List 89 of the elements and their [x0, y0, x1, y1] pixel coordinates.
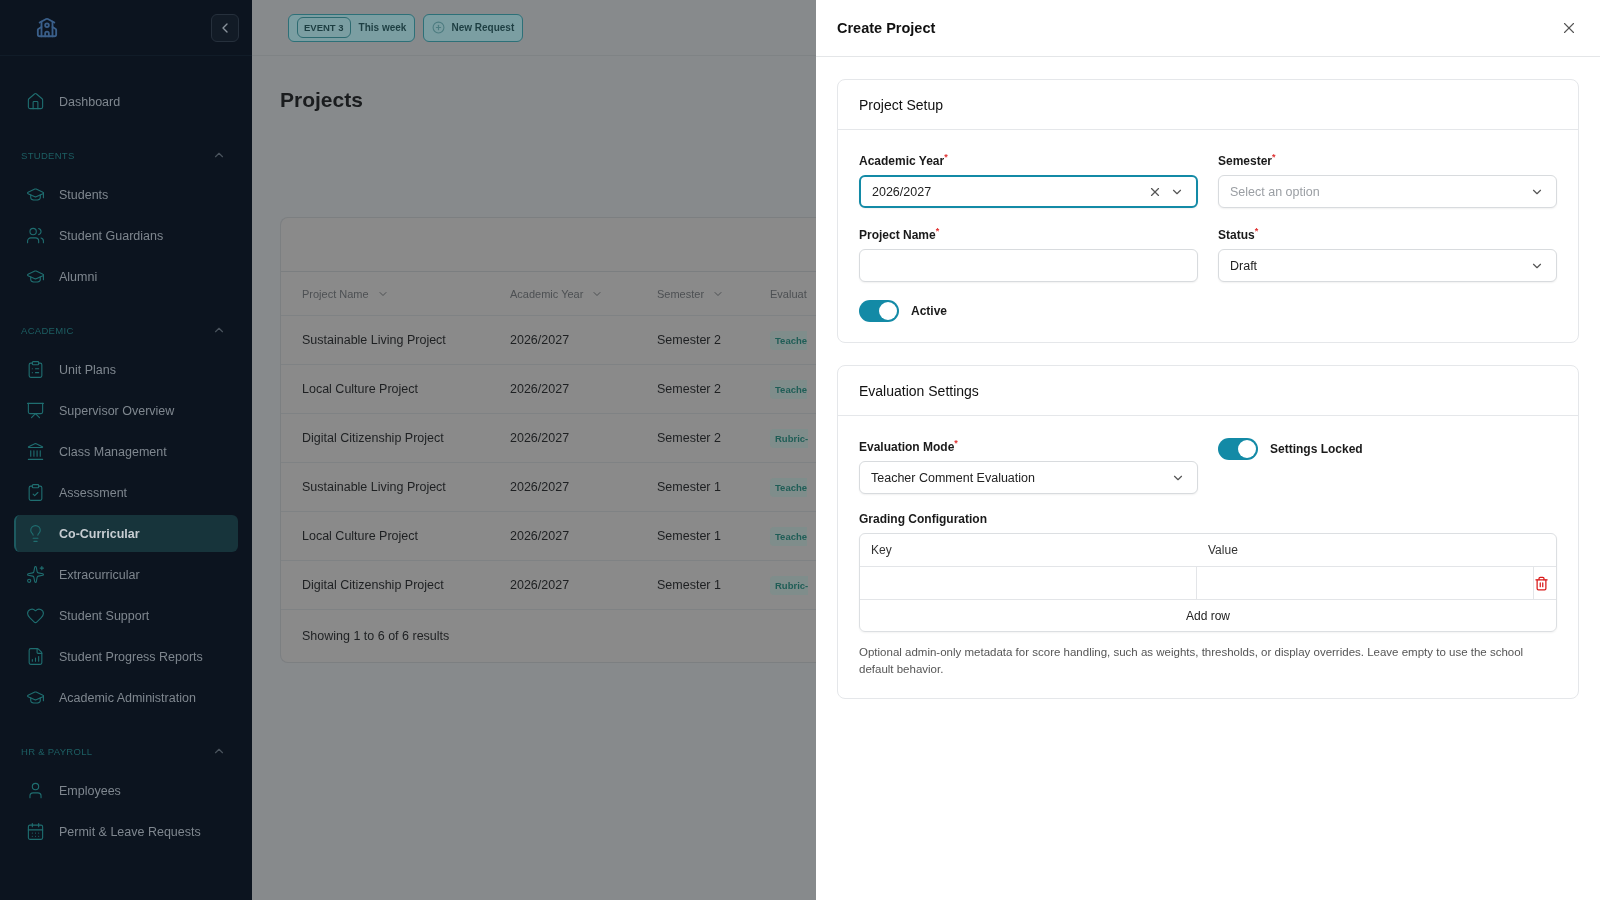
section-title: ACADEMIC: [21, 324, 74, 336]
table-cell-text: Sustainable Living Project: [302, 333, 447, 347]
section-title: HR & PAYROLL: [21, 745, 93, 757]
nav-icon: [26, 267, 45, 286]
table-cell-text: Digital Citizenship Project: [302, 578, 445, 592]
results-summary: Showing 1 to 6 of 6 results: [302, 629, 450, 643]
sidebar-item[interactable]: Class Management: [14, 433, 238, 470]
table-cell-text: Sustainable Living Project: [302, 480, 447, 494]
logo-icon: [36, 16, 58, 39]
event-badge: EVENT 3: [297, 17, 351, 38]
table-cell-text: Semester 2: [657, 382, 722, 396]
evaluation-tag: Teache: [770, 330, 808, 350]
field-label: Semester$^{*}$: [1218, 152, 1277, 168]
select-field[interactable]: Teacher Comment Evaluation: [859, 461, 1198, 494]
table-cell-text: 2026/2027: [510, 333, 571, 347]
table-cell-text: Local Culture Project: [302, 529, 420, 543]
table-cell-text: Semester 2: [657, 333, 722, 347]
table-cell-text: Semester 1: [657, 480, 722, 494]
sidebar-item[interactable]: Extracurricular: [14, 556, 238, 593]
nav-icon: [26, 483, 45, 502]
table-cell-text: 2026/2027: [510, 382, 571, 396]
toggle-switch[interactable]: [859, 300, 899, 322]
evaluation-tag: Teache: [770, 477, 808, 497]
table-cell-text: Semester 1: [657, 578, 722, 592]
toggle-switch[interactable]: [1218, 438, 1258, 460]
sidebar-item[interactable]: Student Support: [14, 597, 238, 634]
table-cell-text: 2026/2027: [510, 578, 571, 592]
table-cell-text: Semester 2: [657, 431, 722, 445]
select-field[interactable]: 2026/2027: [859, 175, 1198, 208]
nav-icon: [26, 647, 45, 666]
table-cell-text: 2026/2027: [510, 529, 571, 543]
toggle-label: Active: [911, 304, 948, 318]
sidebar-item[interactable]: Co-Curricular: [14, 515, 238, 552]
section-heading: Project Setup: [838, 80, 1578, 130]
new-request-button[interactable]: New Request: [423, 13, 524, 42]
add-row-button[interactable]: Add row: [860, 600, 1556, 631]
nav-icon: [26, 688, 45, 707]
nav-icon: [26, 92, 45, 111]
toggle-label: Settings Locked: [1270, 442, 1363, 456]
input-field[interactable]: [859, 249, 1198, 282]
evaluation-tag: Rubric-: [770, 575, 809, 595]
section-title: STUDENTS: [21, 149, 75, 161]
field-label: Status$^{*}$: [1218, 226, 1260, 242]
plus-circle-icon: [432, 21, 446, 34]
nav-icon: [26, 822, 45, 841]
table-cell-text: 2026/2027: [510, 431, 571, 445]
sidebar-item[interactable]: Unit Plans: [14, 351, 238, 388]
nav-icon: [26, 185, 45, 204]
table-cell-text: Local Culture Project: [302, 382, 420, 396]
nav-icon: [26, 442, 45, 461]
sidebar-item[interactable]: Student Progress Reports: [14, 638, 238, 675]
table-cell-text: Semester 1: [657, 529, 722, 543]
evaluation-tag: Rubric-: [770, 428, 809, 448]
sidebar-item[interactable]: Employees: [14, 772, 238, 809]
evaluation-tag: Teache: [770, 379, 808, 399]
nav-icon: [26, 781, 45, 800]
sidebar-item[interactable]: Alumni: [14, 258, 238, 295]
sidebar-item[interactable]: Academic Administration: [14, 679, 238, 716]
field-label: Evaluation Mode$^{*}$: [859, 438, 959, 454]
field-label: Project Name$^{*}$: [859, 226, 941, 242]
column-header: Evaluat: [770, 287, 808, 300]
sidebar-item[interactable]: Dashboard: [14, 83, 238, 120]
event-button[interactable]: EVENT 3 This week: [288, 13, 416, 42]
sidebar-item[interactable]: Students: [14, 176, 238, 213]
evaluation-tag: Teache: [770, 526, 808, 546]
sidebar-item[interactable]: Student Guardians: [14, 217, 238, 254]
nav-icon: [26, 606, 45, 625]
select-field[interactable]: Draft: [1218, 249, 1557, 282]
nav-icon: [26, 401, 45, 420]
table-cell-text: 2026/2027: [510, 480, 571, 494]
section-heading: Evaluation Settings: [838, 366, 1578, 416]
page-title: Projects: [280, 88, 364, 112]
nav-icon: [26, 360, 45, 379]
sidebar-item[interactable]: Permit & Leave Requests: [14, 813, 238, 850]
field-label: Grading Configuration: [859, 512, 988, 526]
help-text: Optional admin-only metadata for score handling, such as weights, thresholds, or display overrides. Leave empty to use the school default behavior.: [859, 645, 1525, 677]
input-field[interactable]: [860, 567, 1197, 599]
table-cell-text: Digital Citizenship Project: [302, 431, 445, 445]
sidebar-item[interactable]: Supervisor Overview: [14, 392, 238, 429]
field-label: Academic Year$^{*}$: [859, 152, 949, 168]
column-header: Key: [870, 542, 893, 559]
sidebar-item[interactable]: Assessment: [14, 474, 238, 511]
select-field[interactable]: Select an option: [1218, 175, 1557, 208]
nav-icon: [26, 565, 45, 584]
column-header: Value: [1207, 542, 1239, 559]
trash-icon: [1534, 575, 1549, 591]
collapse-button[interactable]: [211, 13, 239, 42]
drawer-title: Create Project: [837, 20, 936, 36]
nav-icon: [26, 226, 45, 245]
